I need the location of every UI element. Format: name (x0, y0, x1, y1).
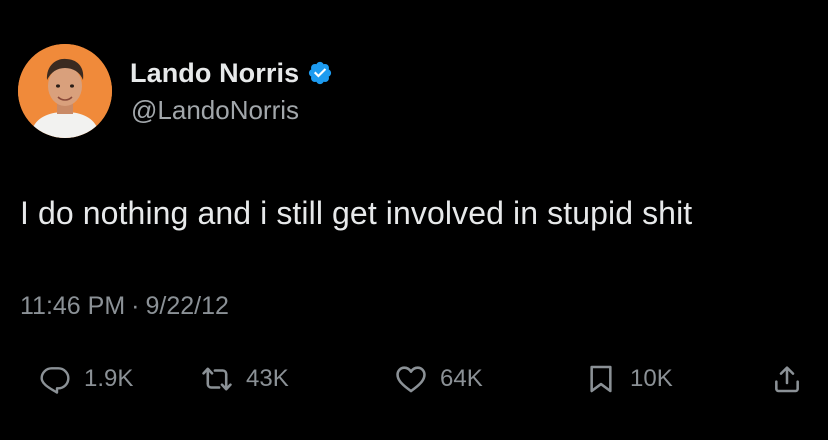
author-handle[interactable]: @LandoNorris (131, 95, 299, 126)
share-button[interactable] (770, 362, 804, 396)
tweet-time[interactable]: 11:46 PM (20, 292, 125, 320)
like-count: 64K (440, 365, 483, 392)
reply-icon[interactable] (38, 362, 72, 396)
verified-badge-icon (309, 61, 332, 85)
avatar[interactable] (18, 44, 112, 138)
reply-count: 1.9K (84, 365, 134, 392)
author-name-row[interactable]: Lando Norris (130, 55, 333, 91)
retweet-button[interactable]: 43K (200, 362, 289, 396)
retweet-icon[interactable] (200, 362, 234, 396)
tweet-date[interactable]: 9/22/12 (145, 292, 228, 320)
display-name[interactable]: Lando Norris (130, 58, 299, 89)
retweet-count: 43K (246, 365, 289, 392)
like-button[interactable]: 64K (394, 362, 483, 396)
reply-button[interactable]: 1.9K (38, 362, 133, 396)
tweet-text: I do nothing and i still get involved in… (20, 195, 693, 231)
share-icon[interactable] (770, 362, 804, 396)
tweet-card: Lando Norris @LandoNorris I do nothing a… (0, 0, 828, 440)
bookmark-button[interactable]: 10K (584, 362, 673, 396)
separator: · (131, 292, 140, 320)
bookmark-icon[interactable] (584, 362, 618, 396)
heart-icon[interactable] (394, 362, 428, 396)
avatar-image (18, 44, 112, 138)
bookmark-count: 10K (630, 365, 673, 392)
timestamp[interactable]: 11:46 PM · 9/22/12 (20, 292, 229, 321)
